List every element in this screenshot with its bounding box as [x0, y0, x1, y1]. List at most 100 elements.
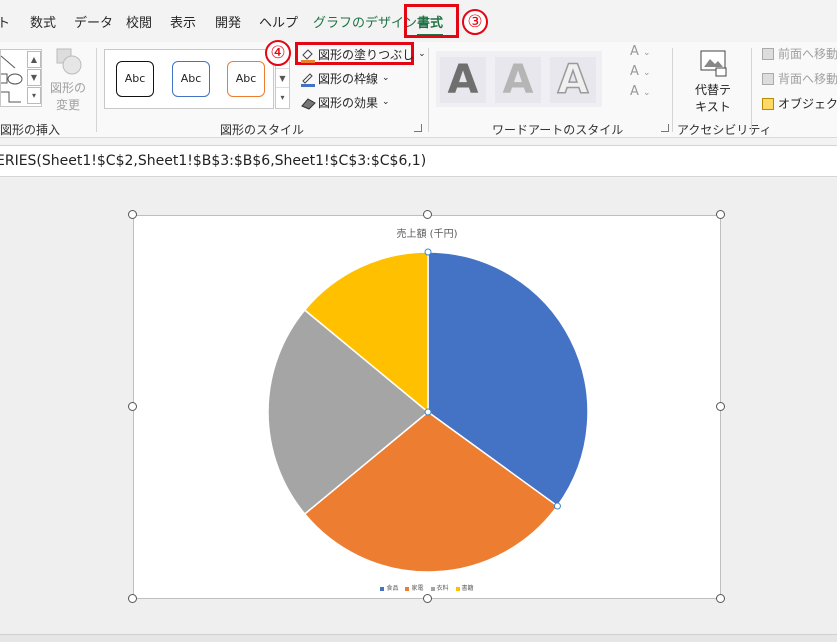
wordart-style-1[interactable]: A: [440, 57, 486, 103]
resize-handle-top-right[interactable]: [716, 210, 725, 219]
text-effects-button[interactable]: A ⌄: [630, 84, 664, 104]
wordart-group-label: ワードアートのスタイル: [492, 123, 624, 137]
shape-outline-button[interactable]: 図形の枠線 ⌄: [300, 68, 390, 88]
formula-bar[interactable]: ERIES(Sheet1!$C$2,Sheet1!$B$3:$B$6,Sheet…: [0, 145, 837, 177]
legend-item[interactable]: 家電: [405, 583, 424, 592]
alt-text-label-1: 代替テ: [694, 83, 731, 97]
accessibility-group-label: アクセシビリティ: [677, 123, 772, 137]
chevron-down-icon: ⌄: [418, 49, 426, 59]
shape-effects-button[interactable]: 図形の効果 ⌄: [300, 92, 390, 112]
resize-handle-bottom-right[interactable]: [716, 594, 725, 603]
shape-effects-icon: [300, 95, 316, 110]
shape-gallery-up[interactable]: ▲: [27, 51, 41, 68]
tab-help[interactable]: ヘルプ: [259, 12, 298, 31]
resize-handle-bottom[interactable]: [423, 594, 432, 603]
chart-legend[interactable]: 食品 家電 衣料 書籍: [134, 583, 720, 592]
alt-text-button[interactable]: 代替テ キスト: [690, 48, 736, 115]
alt-text-label-2: キスト: [695, 100, 731, 114]
separator: [428, 48, 429, 132]
pie-chart[interactable]: [134, 216, 722, 600]
ribbon: ▲ ▼ ▾ 図形の 変更 図形の挿入 Abc Abc Abc ▲ ▼ ▾ ④ 図…: [0, 40, 837, 138]
style-preset-black[interactable]: Abc: [116, 61, 154, 97]
chart-object[interactable]: 売上額 (千円) 食品 家電 衣料 書籍: [133, 215, 721, 599]
shape-style-gallery[interactable]: Abc Abc Abc: [104, 49, 274, 109]
legend-swatch: [405, 586, 410, 591]
alt-text-icon: [700, 50, 727, 77]
legend-label: 家電: [411, 585, 424, 592]
send-backward-button[interactable]: 背面へ移動: [762, 70, 837, 87]
separator: [751, 48, 752, 132]
legend-label: 食品: [386, 585, 399, 592]
style-preset-orange[interactable]: Abc: [227, 61, 265, 97]
text-outline-button[interactable]: A ⌄: [630, 64, 664, 84]
legend-item[interactable]: 食品: [380, 583, 398, 592]
wordart-style-3[interactable]: A: [550, 56, 596, 104]
bring-forward-label: 前面へ移動: [778, 47, 837, 61]
wordart-gallery[interactable]: A A A: [436, 51, 602, 107]
legend-label: 衣料: [436, 585, 449, 592]
legend-item[interactable]: 衣料: [430, 583, 449, 592]
shape-effects-label: 図形の効果: [318, 95, 379, 110]
tab-review[interactable]: 校閲: [126, 12, 152, 31]
legend-swatch: [380, 586, 385, 591]
legend-label: 書籍: [461, 585, 474, 592]
text-fill-button[interactable]: A ⌄: [630, 44, 664, 64]
insert-shapes-group-label: 図形の挿入: [0, 123, 61, 137]
shape-styles-group-label: 図形のスタイル: [220, 123, 305, 137]
tab-formulas[interactable]: 数式: [30, 12, 56, 31]
shape-outline-label: 図形の枠線: [318, 71, 379, 86]
change-shape-label-1: 図形の: [49, 81, 86, 95]
bring-forward-button[interactable]: 前面へ移動: [762, 45, 837, 62]
shape-gallery-down[interactable]: ▼: [27, 69, 41, 86]
shape-gallery[interactable]: ▲ ▼ ▾: [0, 49, 42, 107]
legend-item[interactable]: 書籍: [455, 583, 474, 592]
step-4-marker: ④: [265, 40, 291, 66]
resize-handle-top[interactable]: [423, 210, 432, 219]
style-preset-blue[interactable]: Abc: [172, 61, 210, 97]
bring-forward-icon: [762, 47, 774, 60]
series-selection-point-2: [424, 248, 432, 256]
tab-view[interactable]: 表示: [170, 12, 196, 31]
selection-pane-icon: [762, 97, 774, 110]
separator: [672, 48, 673, 132]
wordart-dialog-launcher[interactable]: [661, 124, 669, 132]
shape-gallery-more[interactable]: ▾: [27, 87, 41, 104]
series-selection-point-3: [553, 502, 561, 510]
send-backward-label: 背面へ移動: [778, 72, 837, 86]
change-shape-icon: [56, 48, 82, 75]
ribbon-tab-bar: ト 数式 データ 校閲 表示 開発 ヘルプ グラフのデザイン 書式 ③: [0, 0, 837, 42]
formula-text: ERIES(Sheet1!$C$2,Sheet1!$B$3:$B$6,Sheet…: [0, 153, 427, 169]
step-3-marker: ③: [462, 9, 488, 35]
pen-icon: [300, 71, 315, 87]
shape-styles-dialog-launcher[interactable]: [414, 124, 422, 132]
separator: [96, 48, 97, 132]
format-tab-highlight: [404, 4, 459, 38]
legend-swatch: [430, 586, 435, 591]
paint-bucket-icon: [300, 47, 315, 63]
shapes-icon: [1, 55, 23, 103]
resize-handle-top-left[interactable]: [128, 210, 137, 219]
wordart-commands: A ⌄ A ⌄ A ⌄: [630, 44, 664, 104]
chevron-down-icon: ⌄: [382, 73, 390, 83]
shape-fill-button[interactable]: 図形の塗りつぶし ⌄: [300, 44, 426, 64]
tab-chart-design[interactable]: グラフのデザイン: [313, 12, 417, 31]
resize-handle-bottom-left[interactable]: [128, 594, 137, 603]
send-backward-icon: [762, 72, 774, 85]
style-gallery-down[interactable]: ▼: [276, 69, 289, 88]
change-shape-label-2: 変更: [55, 98, 80, 112]
change-shape-button[interactable]: 図形の 変更: [48, 46, 88, 113]
resize-handle-right[interactable]: [716, 402, 725, 411]
style-gallery-more[interactable]: ▾: [276, 88, 289, 107]
series-selection-point-1: [424, 408, 432, 416]
tab-data[interactable]: データ: [74, 12, 113, 31]
selection-pane-button[interactable]: オブジェクトの: [762, 95, 837, 112]
selection-pane-label: オブジェクトの: [778, 97, 837, 111]
tab-home-partial[interactable]: ト: [0, 12, 10, 31]
shape-fill-label: 図形の塗りつぶし: [318, 47, 415, 62]
chevron-down-icon: ⌄: [382, 97, 390, 107]
sheet-bottom-edge: [0, 634, 837, 642]
resize-handle-left[interactable]: [128, 402, 137, 411]
wordart-style-2[interactable]: A: [495, 57, 541, 103]
legend-swatch: [455, 586, 460, 591]
tab-developer[interactable]: 開発: [215, 12, 241, 31]
